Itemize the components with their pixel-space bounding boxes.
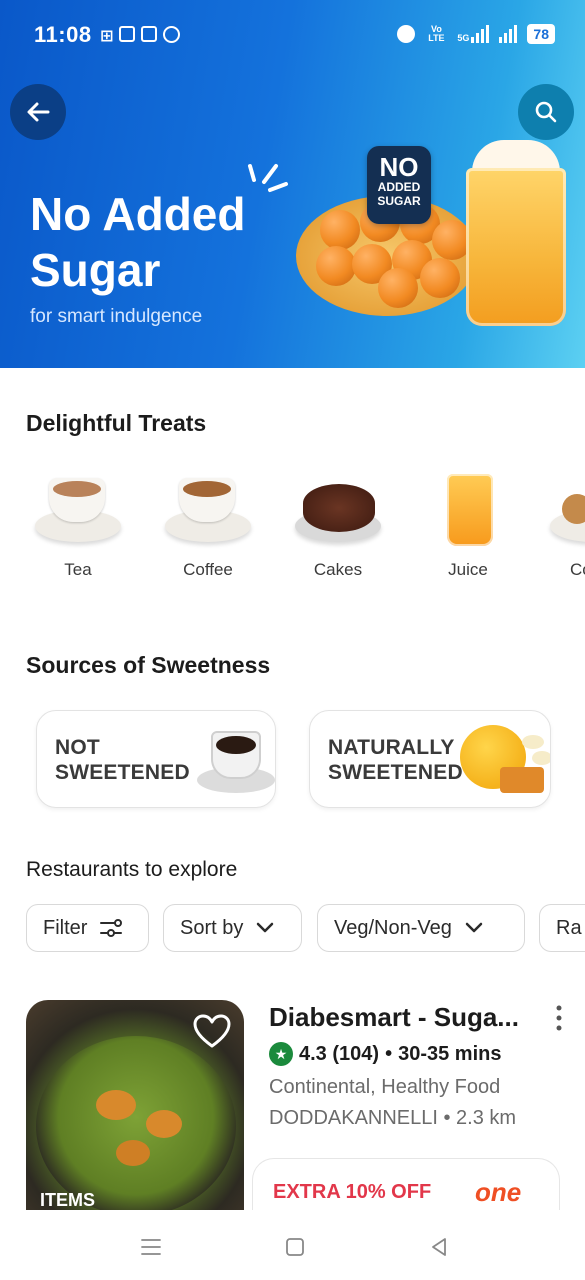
hero-title: No Added Sugar — [30, 186, 290, 298]
veg-nonveg-label: Veg/Non-Veg — [334, 916, 452, 939]
app-notification-icon-2 — [141, 26, 158, 42]
more-vertical-icon — [556, 1005, 562, 1031]
notification-icons: ⊞ — [100, 26, 181, 46]
coffee-cup-icon — [163, 470, 253, 550]
back-button[interactable] — [10, 84, 66, 140]
one-brand-logo: one — [475, 1177, 522, 1207]
sort-by-label: Sort by — [180, 916, 244, 939]
star-icon: ★ — [269, 1042, 293, 1066]
restaurant-location: DODDAKANNELLI • 2.3 km — [269, 1107, 517, 1129]
status-time: 11:08 — [34, 22, 92, 47]
hero-subtitle: for smart indulgence — [30, 306, 203, 327]
treat-label: Co — [570, 560, 585, 579]
messenger-notification-icon — [163, 26, 181, 43]
search-icon — [535, 101, 557, 123]
milkshake-glass-image — [466, 168, 566, 326]
filter-sliders-icon — [100, 919, 123, 937]
separator-dot: • — [385, 1042, 393, 1065]
not-sweetened-card[interactable]: NOT SWEETENED — [36, 710, 276, 808]
sources-of-sweetness-title: Sources of Sweetness — [26, 652, 271, 678]
delivery-time: 30-35 mins — [398, 1042, 502, 1065]
back-nav-button[interactable] — [424, 1232, 454, 1262]
sort-by-chip[interactable]: Sort by — [163, 904, 302, 952]
mango-banana-icon — [460, 721, 550, 801]
restaurant-name[interactable]: Diabesmart - Suga... — [269, 1002, 519, 1033]
app-notification-icon — [119, 26, 136, 42]
treat-label: Cakes — [313, 560, 363, 579]
system-status-icons: Vo LTE 5G 78 — [397, 24, 555, 44]
home-button[interactable] — [280, 1232, 310, 1262]
badge-line2: SUGAR — [377, 194, 421, 208]
badge-line1: ADDED — [377, 180, 421, 194]
restaurants-to-explore-title: Restaurants to explore — [26, 858, 238, 881]
chevron-down-icon — [257, 922, 274, 933]
card-line1: NATURALLY — [328, 736, 455, 759]
ratings-label: Ra — [556, 916, 582, 939]
restaurant-rating-row: ★ 4.3 (104) • 30-35 mins — [269, 1042, 501, 1066]
card-line1: NOT — [55, 736, 100, 759]
recent-apps-button[interactable] — [136, 1232, 166, 1262]
treat-tea[interactable]: Tea — [30, 470, 126, 580]
cookies-icon — [540, 470, 585, 550]
hero-title-line2: Sugar — [30, 244, 161, 296]
treat-juice[interactable]: Juice — [420, 470, 516, 580]
juice-glass-icon — [423, 470, 513, 550]
restaurant-image[interactable]: ITEMS — [26, 1000, 244, 1210]
badge-no: NO — [379, 152, 419, 182]
offer-text: EXTRA 10% OFF — [273, 1181, 432, 1203]
heart-icon — [193, 1014, 231, 1048]
grid-notification-icon: ⊞ — [100, 28, 114, 45]
search-button[interactable] — [518, 84, 574, 140]
more-options-button[interactable] — [552, 1004, 566, 1034]
treats-carousel: Tea Coffee Cakes Juice Co — [0, 470, 585, 590]
cake-icon — [293, 470, 383, 550]
black-coffee-icon — [197, 727, 275, 797]
no-added-sugar-badge: NO ADDED SUGAR — [367, 146, 431, 224]
not-sweetened-label: NOT SWEETENED — [55, 735, 190, 785]
chevron-down-icon — [465, 922, 483, 933]
naturally-sweetened-label: NATURALLY SWEETENED — [328, 735, 463, 785]
back-triangle-icon — [432, 1238, 446, 1256]
home-square-icon — [286, 1238, 304, 1256]
filter-chip[interactable]: Filter — [26, 904, 149, 952]
items-tag: ITEMS — [40, 1190, 96, 1210]
tea-cup-icon — [33, 470, 123, 550]
favorite-button[interactable] — [192, 1014, 232, 1055]
battery-icon: 78 — [527, 24, 555, 44]
delightful-treats-title: Delightful Treats — [26, 410, 207, 436]
restaurant-cuisine: Continental, Healthy Food — [269, 1076, 501, 1098]
card-line2: SWEETENED — [328, 761, 463, 784]
treat-label: Tea — [64, 560, 92, 579]
treat-cookies[interactable]: Co — [540, 470, 585, 580]
ratings-chip[interactable]: Ra — [539, 904, 585, 952]
arrow-left-icon — [27, 102, 50, 122]
signal-5g-icon: 5G — [457, 25, 490, 43]
filter-label: Filter — [43, 916, 88, 939]
hero-banner: 11:08 ⊞ Vo LTE 5G 78 No Added Sugar for … — [0, 0, 585, 368]
5g-label: 5G — [457, 33, 470, 43]
menu-lines-icon — [141, 1239, 161, 1255]
veg-nonveg-chip[interactable]: Veg/Non-Veg — [317, 904, 525, 952]
card-line2: SWEETENED — [55, 761, 190, 784]
system-navigation-bar — [0, 1210, 585, 1280]
naturally-sweetened-card[interactable]: NATURALLY SWEETENED — [309, 710, 551, 808]
treat-coffee[interactable]: Coffee — [160, 470, 256, 580]
signal-icon — [499, 25, 518, 43]
treat-label: Coffee — [183, 560, 233, 579]
treat-cakes[interactable]: Cakes — [290, 470, 386, 580]
status-bar: 11:08 ⊞ Vo LTE 5G 78 — [0, 0, 585, 72]
volte-icon: Vo LTE — [428, 24, 445, 43]
sparkle-icon — [248, 164, 288, 192]
alarm-icon — [397, 25, 416, 43]
treat-label: Juice — [448, 560, 488, 579]
rating-value: 4.3 (104) — [299, 1042, 380, 1065]
